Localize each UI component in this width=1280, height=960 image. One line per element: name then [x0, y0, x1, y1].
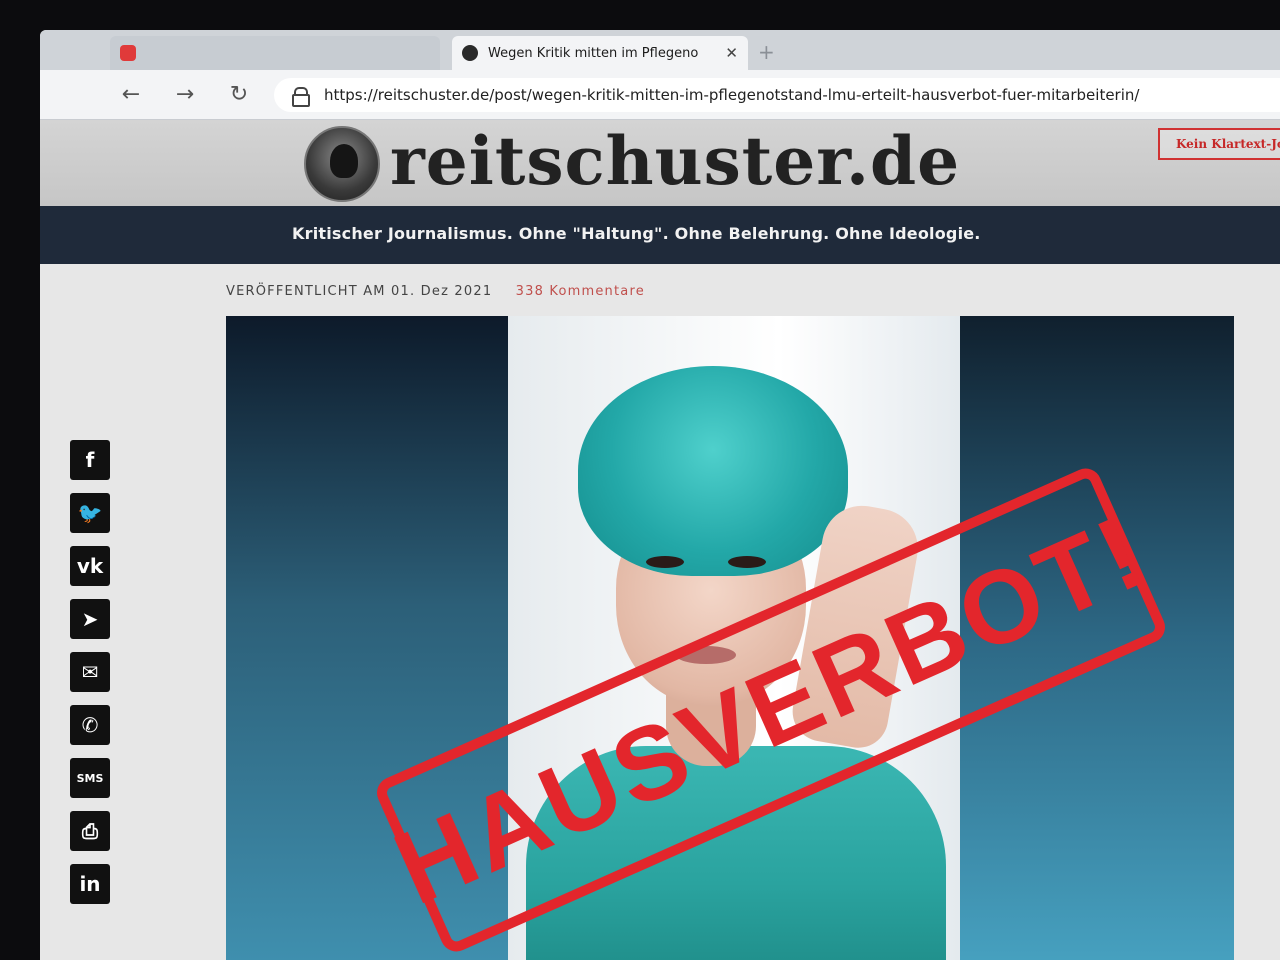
- back-button[interactable]: ←: [116, 82, 146, 108]
- header-button[interactable]: Kein Klartext-Jo: [1158, 128, 1280, 160]
- article-content: VERÖFFENTLICHT AM 01. Dez 2021 338 Komme…: [40, 264, 1280, 960]
- publish-date: VERÖFFENTLICHT AM 01. Dez 2021: [226, 284, 493, 299]
- reload-button[interactable]: ↻: [224, 82, 254, 108]
- url-text[interactable]: https://reitschuster.de/post/wegen-kriti…: [324, 86, 1139, 104]
- tab-active[interactable]: Wegen Kritik mitten im Pflegeno ✕: [452, 36, 748, 70]
- sms-icon[interactable]: SMS: [70, 758, 110, 798]
- address-bar[interactable]: https://reitschuster.de/post/wegen-kriti…: [274, 78, 1280, 112]
- site-header: reitschuster.de Kein Klartext-Jo: [40, 120, 1280, 206]
- tab-title: Wegen Kritik mitten im Pflegeno: [488, 45, 699, 61]
- lock-icon[interactable]: [292, 87, 310, 107]
- vk-icon[interactable]: vk: [70, 546, 110, 586]
- forward-button[interactable]: →: [170, 82, 200, 108]
- youtube-icon: [120, 45, 136, 61]
- browser-window: Wegen Kritik mitten im Pflegeno ✕ + ← → …: [40, 30, 1280, 960]
- share-sidebar: f 🐦 vk ➤ ✉ ✆ SMS ⎙ in: [70, 440, 122, 917]
- facebook-icon[interactable]: f: [70, 440, 110, 480]
- site-logo[interactable]: reitschuster.de: [390, 122, 960, 200]
- twitter-icon[interactable]: 🐦: [70, 493, 110, 533]
- linkedin-icon[interactable]: in: [70, 864, 110, 904]
- telegram-icon[interactable]: ➤: [70, 599, 110, 639]
- tab-inactive[interactable]: [110, 36, 440, 70]
- site-tagline: Kritischer Journalismus. Ohne "Haltung".…: [292, 224, 981, 243]
- surgical-cap: [578, 366, 848, 576]
- print-icon[interactable]: ⎙: [70, 811, 110, 851]
- close-tab-icon[interactable]: ✕: [725, 44, 738, 62]
- article-meta: VERÖFFENTLICHT AM 01. Dez 2021 338 Komme…: [226, 284, 645, 299]
- tab-bar: Wegen Kritik mitten im Pflegeno ✕ +: [40, 30, 1280, 70]
- navigation-bar: ← → ↻ https://reitschuster.de/post/wegen…: [40, 70, 1280, 120]
- email-icon[interactable]: ✉: [70, 652, 110, 692]
- right-eye: [728, 556, 766, 568]
- logo-portrait[interactable]: [304, 126, 380, 202]
- hero-image: HAUSVERBOT!: [226, 316, 1234, 960]
- comments-link[interactable]: 338 Kommentare: [516, 284, 645, 299]
- new-tab-button[interactable]: +: [758, 40, 775, 64]
- tagline-bar: Kritischer Journalismus. Ohne "Haltung".…: [40, 206, 1280, 264]
- whatsapp-icon[interactable]: ✆: [70, 705, 110, 745]
- site-favicon-icon: [462, 45, 478, 61]
- left-eye: [646, 556, 684, 568]
